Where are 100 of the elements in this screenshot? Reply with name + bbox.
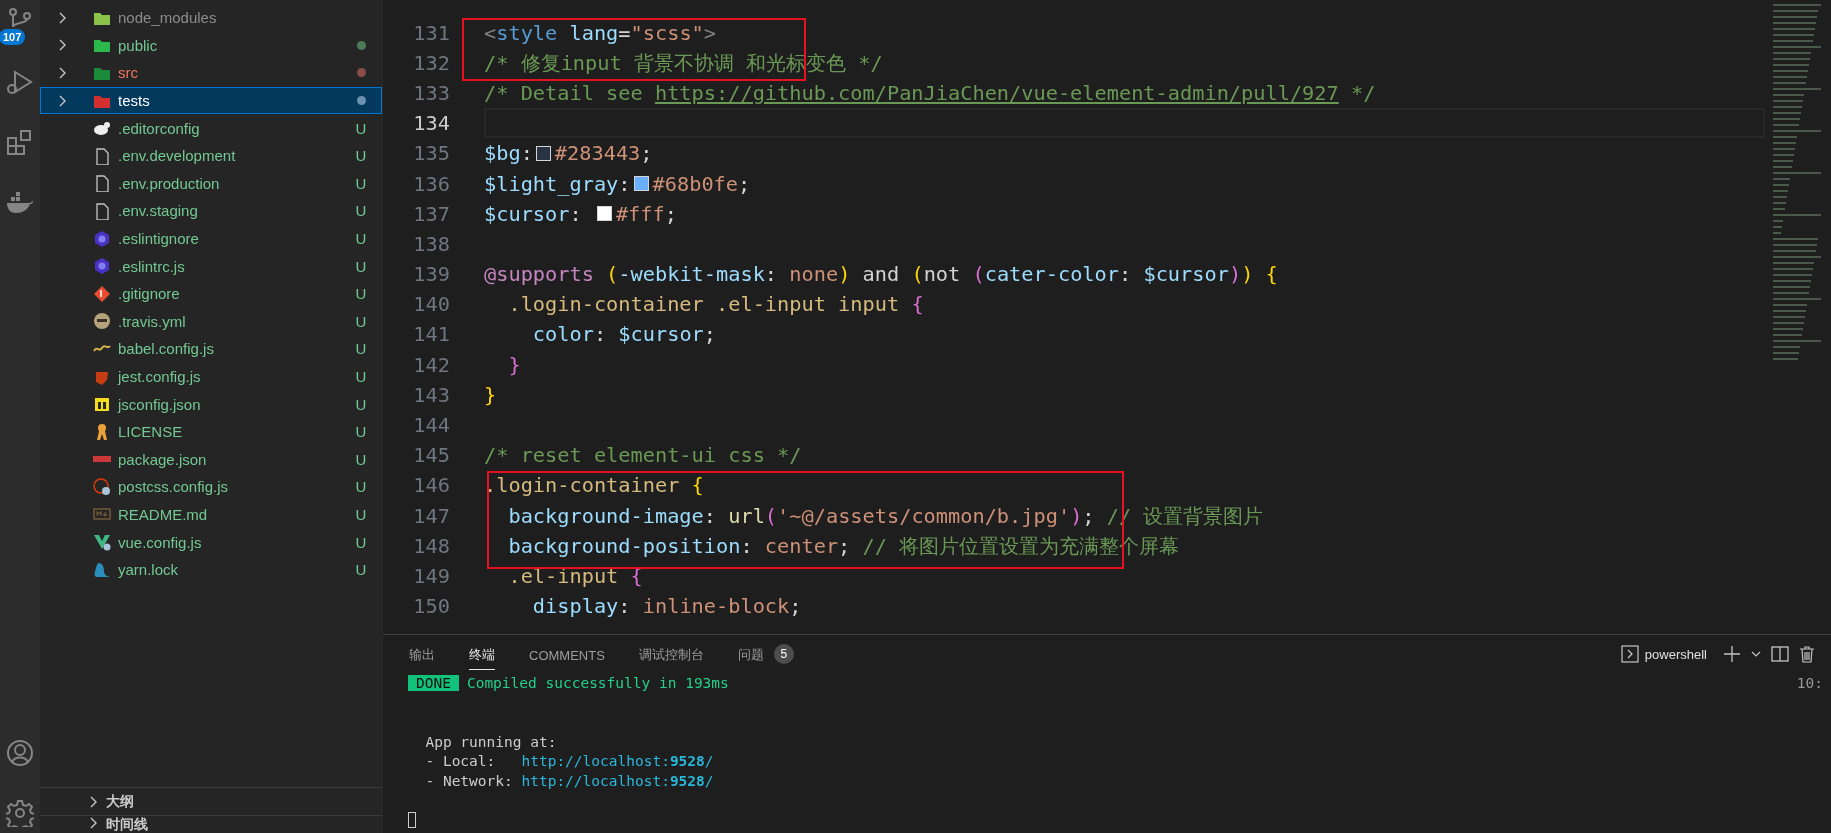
chevron-icon[interactable] bbox=[57, 10, 67, 25]
chevron-icon[interactable] bbox=[57, 66, 67, 80]
settings-icon[interactable] bbox=[6, 799, 34, 827]
run-debug-icon[interactable] bbox=[6, 68, 34, 96]
hexagon-icon bbox=[93, 229, 111, 248]
tree-item[interactable]: babel.config.js U bbox=[40, 335, 382, 363]
tree-item[interactable]: .travis.yml U bbox=[40, 307, 382, 336]
file-name: vue.config.js bbox=[118, 533, 203, 551]
terminal-text: Compiled successfully in 193ms bbox=[466, 674, 730, 691]
file-icon bbox=[93, 201, 111, 220]
file-name: jest.config.js bbox=[118, 368, 202, 385]
panel-tab[interactable]: 问题 bbox=[737, 638, 764, 670]
markdown-icon bbox=[93, 508, 111, 521]
git-status: U bbox=[355, 174, 367, 192]
panel-tab[interactable]: 输出 bbox=[409, 638, 435, 670]
panel-tab[interactable]: 终端 bbox=[469, 638, 495, 670]
diamond-icon bbox=[93, 284, 111, 303]
git-status: U bbox=[355, 423, 367, 441]
panel-tab[interactable]: COMMENTS bbox=[529, 639, 605, 669]
code-text: #fff; bbox=[615, 201, 677, 226]
tree-item[interactable]: .env.staging U bbox=[40, 197, 382, 225]
tree-item[interactable]: jsconfig.json U bbox=[40, 390, 382, 418]
chevron-icon[interactable] bbox=[57, 38, 67, 53]
tree-item[interactable]: src bbox=[40, 59, 382, 87]
account-icon[interactable] bbox=[6, 739, 34, 767]
line-number: 144 bbox=[412, 413, 450, 438]
git-status: U bbox=[355, 340, 367, 358]
file-name: babel.config.js bbox=[118, 340, 215, 358]
file-name: postcss.config.js bbox=[118, 478, 230, 496]
tree-item[interactable]: .gitignore U bbox=[40, 279, 382, 308]
status-badge: DONE bbox=[408, 674, 459, 691]
section-header[interactable]: 时间线 bbox=[40, 815, 382, 833]
git-status: U bbox=[355, 230, 367, 248]
code-text: .login-container .el-input input { bbox=[507, 292, 924, 317]
tree-item[interactable]: .env.production U bbox=[40, 169, 382, 198]
code-text: display: inline-block; bbox=[531, 594, 802, 619]
terminal-selector[interactable]: powershell bbox=[1620, 645, 1707, 663]
chevron-icon[interactable] bbox=[1751, 649, 1761, 659]
line-number: 132 bbox=[412, 50, 450, 75]
tree-item[interactable]: .eslintignore U bbox=[40, 224, 382, 253]
bar-logo-icon bbox=[93, 456, 111, 463]
terminal-icon bbox=[1620, 645, 1639, 663]
trash-icon[interactable] bbox=[1799, 645, 1815, 663]
line-number: 142 bbox=[412, 352, 450, 377]
code-text: <style lang="scss"> bbox=[484, 20, 717, 45]
tree-item[interactable]: tests bbox=[40, 86, 382, 115]
tree-item[interactable]: jest.config.js U bbox=[40, 362, 382, 391]
tree-item[interactable]: node_modules bbox=[40, 4, 382, 32]
file-name: .eslintignore bbox=[118, 230, 200, 248]
git-status: U bbox=[355, 478, 367, 496]
git-status: U bbox=[355, 368, 367, 385]
url-link[interactable]: http://localhost:9528/ bbox=[521, 772, 714, 789]
git-status: U bbox=[355, 119, 367, 137]
tree-item[interactable]: .eslintrc.js U bbox=[40, 252, 382, 280]
line-number: 137 bbox=[412, 201, 450, 226]
line-number: 134 bbox=[412, 111, 450, 136]
add-icon[interactable] bbox=[1723, 645, 1741, 663]
code-text: /* reset element-ui css */ bbox=[484, 443, 802, 468]
color-swatch[interactable] bbox=[633, 176, 649, 192]
tree-item[interactable]: README.md U bbox=[40, 500, 382, 529]
extensions-icon[interactable] bbox=[6, 128, 34, 156]
color-swatch[interactable] bbox=[535, 145, 551, 161]
file-name: .editorconfig bbox=[118, 119, 201, 137]
section-header[interactable]: 大纲 bbox=[40, 787, 382, 815]
code-text: } bbox=[484, 382, 497, 407]
tree-item[interactable]: .env.development U bbox=[40, 141, 382, 170]
round-emblem-icon bbox=[93, 312, 111, 331]
tree-item[interactable]: .editorconfig U bbox=[40, 114, 382, 142]
file-name: .env.staging bbox=[118, 202, 199, 220]
code-text: @supports (-webkit-mask: none) and (not (cater-color: $cursor)) { bbox=[484, 262, 1278, 287]
file-name: README.md bbox=[118, 506, 209, 523]
code-text: #68b0fe; bbox=[652, 171, 751, 196]
tree-item[interactable]: LICENSE U bbox=[40, 417, 382, 446]
tree-item[interactable]: yarn.lock U bbox=[40, 555, 382, 584]
tree-item[interactable]: package.json U bbox=[40, 445, 382, 474]
panel-tab[interactable]: 调试控制台 bbox=[638, 638, 704, 670]
git-status: U bbox=[355, 257, 367, 275]
cat-icon bbox=[93, 560, 111, 579]
line-number: 138 bbox=[412, 231, 450, 256]
tree-item[interactable]: vue.config.js U bbox=[40, 528, 382, 556]
hexagon-icon bbox=[93, 257, 111, 276]
tree-item[interactable]: postcss.config.js U bbox=[40, 473, 382, 501]
chevron-icon[interactable] bbox=[57, 93, 67, 108]
file-name: node_modules bbox=[118, 9, 218, 27]
split-icon[interactable] bbox=[1771, 645, 1789, 663]
git-status: U bbox=[355, 533, 367, 551]
line-number: 135 bbox=[412, 141, 450, 166]
count-badge: 107 bbox=[0, 29, 26, 45]
square-icon bbox=[93, 395, 111, 414]
file-name: public bbox=[118, 36, 159, 54]
color-swatch[interactable] bbox=[596, 206, 612, 222]
line-number: 145 bbox=[412, 443, 450, 468]
tree-item[interactable]: public bbox=[40, 31, 382, 60]
line-number: 149 bbox=[412, 563, 450, 588]
url-link[interactable]: http://localhost:9528/ bbox=[521, 753, 714, 770]
git-status: U bbox=[355, 147, 367, 165]
chevron-icon bbox=[88, 794, 98, 809]
line-number: 148 bbox=[412, 533, 450, 558]
git-status: U bbox=[355, 561, 367, 579]
source-control-icon[interactable] bbox=[6, 8, 34, 28]
